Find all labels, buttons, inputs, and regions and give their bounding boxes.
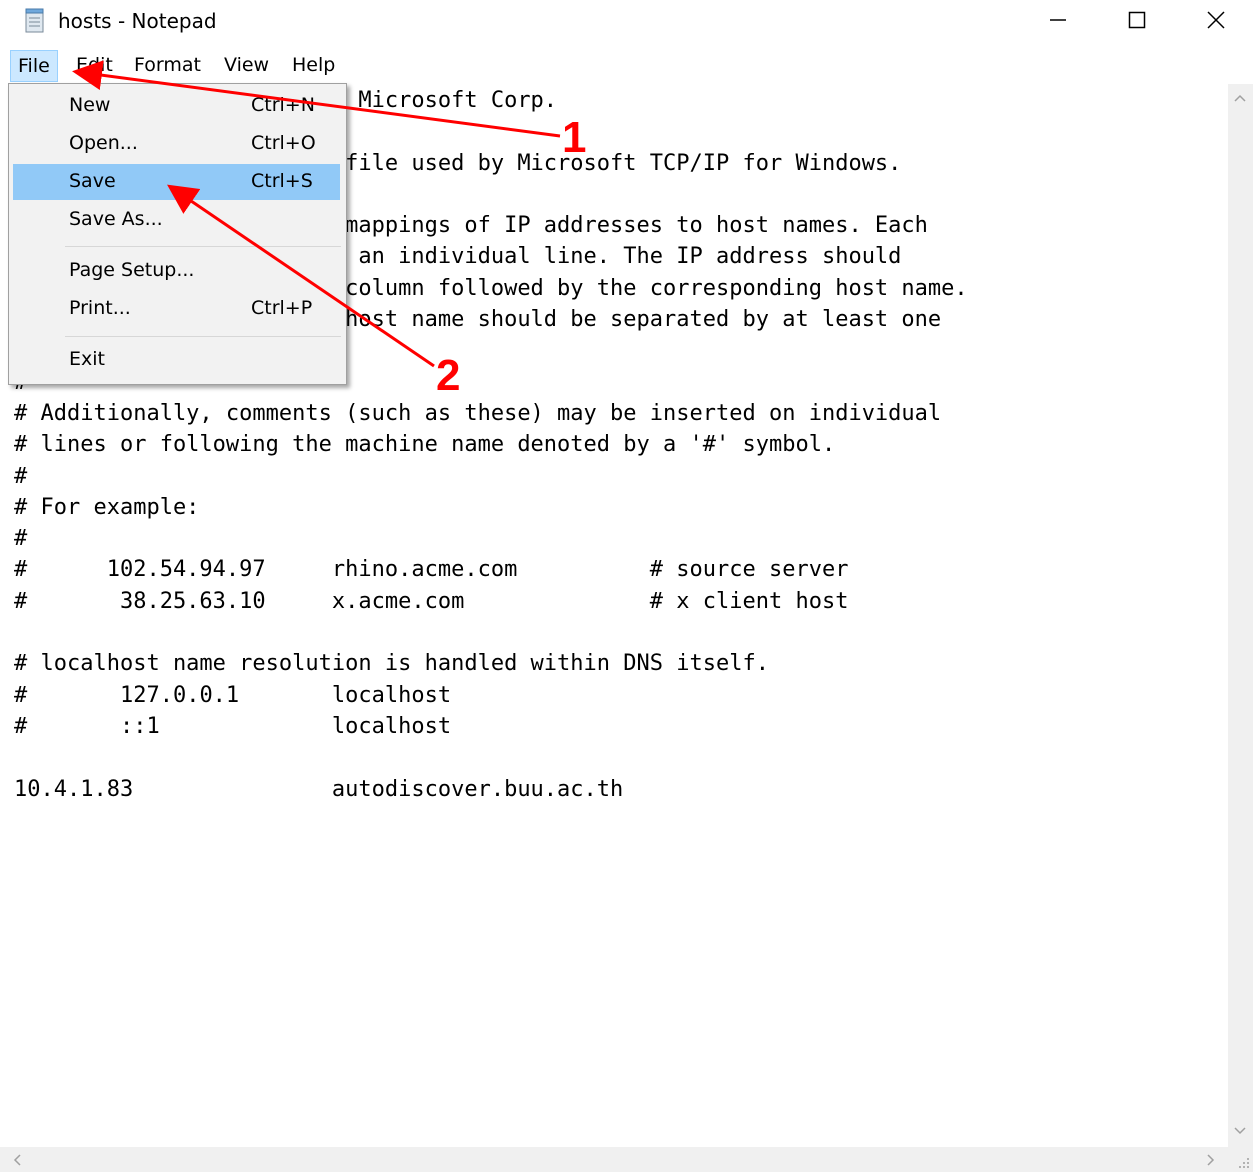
menu-item-new[interactable]: New Ctrl+N (13, 88, 340, 124)
title-bar: hosts - Notepad (0, 0, 1253, 44)
window-title: hosts - Notepad (58, 9, 217, 33)
menu-separator (65, 246, 341, 247)
resize-grip-icon[interactable] (1228, 1147, 1253, 1172)
scroll-right-icon[interactable] (1200, 1149, 1222, 1171)
scroll-left-icon[interactable] (6, 1149, 28, 1171)
minimize-icon (1049, 11, 1067, 33)
menu-item-save[interactable]: Save Ctrl+S (13, 164, 340, 200)
maximize-button[interactable] (1097, 0, 1177, 44)
menu-item-open[interactable]: Open... Ctrl+O (13, 126, 340, 162)
close-icon (1206, 10, 1226, 34)
menu-item-exit[interactable]: Exit (13, 342, 340, 378)
scroll-down-icon[interactable] (1229, 1120, 1251, 1142)
menu-edit[interactable]: Edit (68, 50, 121, 80)
minimize-button[interactable] (1018, 0, 1098, 44)
menu-help[interactable]: Help (284, 50, 343, 80)
horizontal-scrollbar[interactable] (0, 1147, 1228, 1172)
menu-view[interactable]: View (216, 50, 277, 80)
menu-separator (65, 336, 341, 337)
scroll-up-icon[interactable] (1229, 87, 1251, 109)
menu-item-print[interactable]: Print... Ctrl+P (13, 291, 340, 327)
menu-file[interactable]: File (10, 50, 58, 82)
close-button[interactable] (1176, 0, 1253, 44)
menu-format[interactable]: Format (126, 50, 209, 80)
maximize-icon (1128, 11, 1146, 33)
menu-bar: File Edit Format View Help (0, 46, 1253, 84)
menu-item-page-setup[interactable]: Page Setup... (13, 253, 340, 289)
menu-item-save-as[interactable]: Save As... (13, 202, 340, 238)
vertical-scrollbar[interactable] (1228, 84, 1253, 1147)
notepad-icon (24, 8, 46, 34)
file-menu-dropdown: New Ctrl+N Open... Ctrl+O Save Ctrl+S Sa… (8, 83, 347, 385)
